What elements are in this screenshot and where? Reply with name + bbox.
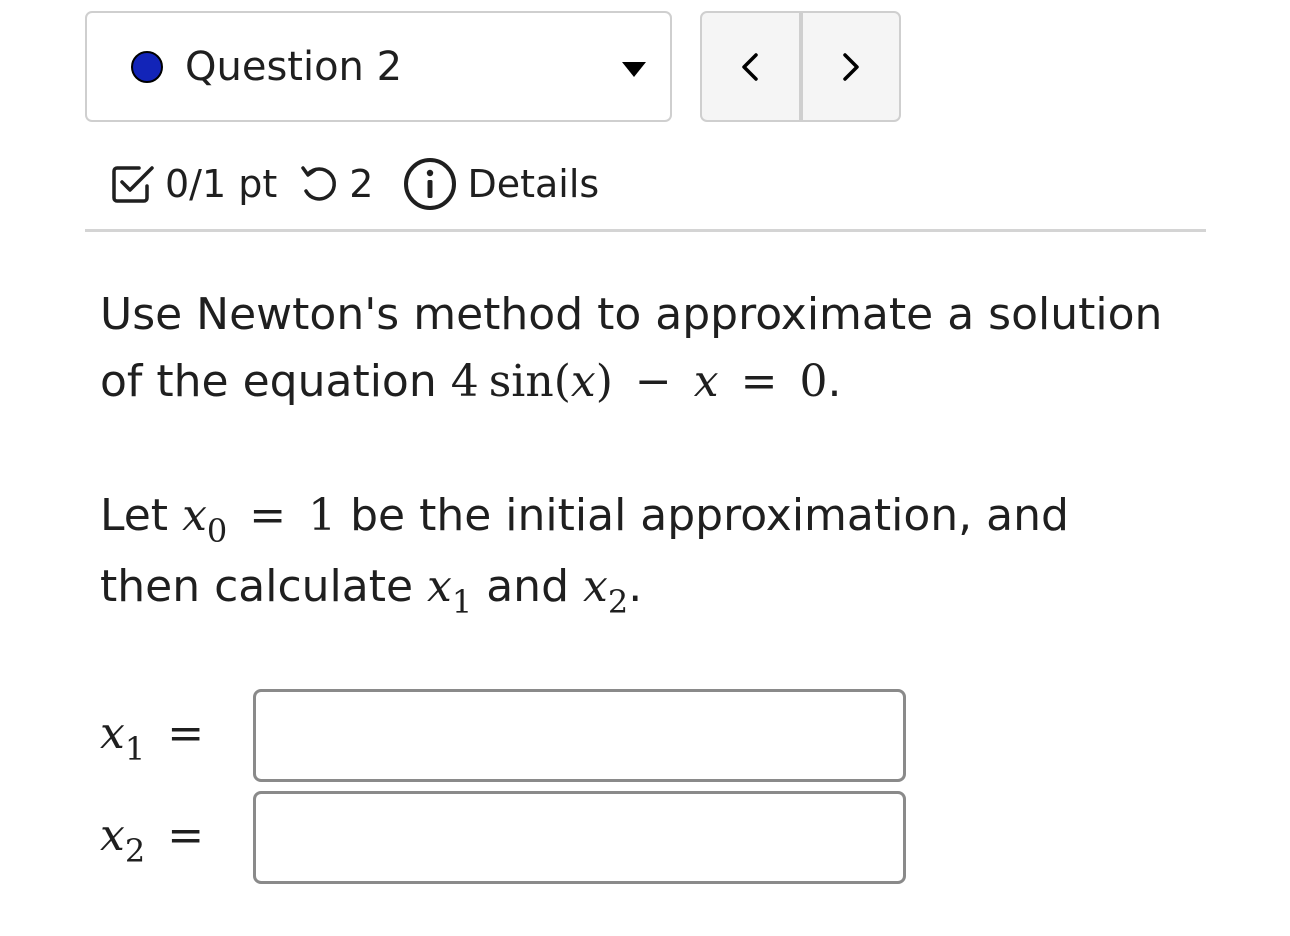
instruction-line-1: Let x0 = 1 be the initial approximation, a…: [100, 490, 1069, 550]
details-label: Details: [467, 162, 600, 206]
question-nav: [700, 11, 901, 122]
question-meta: 0/1 pt 2 Details: [111, 152, 599, 216]
instruction-line-2: then calculate x1 and x2.: [100, 561, 643, 621]
divider: [85, 229, 1206, 232]
x1-answer-input[interactable]: [253, 689, 906, 782]
status-dot: [131, 51, 163, 83]
question-selector-label: Question 2: [185, 44, 403, 90]
checkbox-score-icon: [112, 166, 154, 203]
x2-answer-input[interactable]: [253, 791, 906, 884]
details-link[interactable]: Details: [403, 157, 599, 211]
score-text: 0/1 pt: [165, 162, 278, 206]
equation: 4 sin(x) − x = 0: [450, 356, 828, 407]
question-line-2: of the equation 4 sin(x) − x = 0.: [100, 356, 842, 407]
info-icon: [404, 158, 457, 210]
attempts-remaining: 2: [349, 162, 374, 206]
previous-question-button[interactable]: [702, 13, 799, 120]
chevron-left-icon: [742, 52, 758, 81]
retry-icon: [301, 166, 337, 201]
question-selector[interactable]: Question 2: [85, 11, 672, 122]
question-text: Use Newton's method to approximate a sol…: [100, 281, 1230, 415]
question-line-1: Use Newton's method to approximate a sol…: [100, 289, 1163, 340]
chevron-down-icon: [622, 62, 646, 77]
answer-label-x2: x2 =: [100, 810, 205, 870]
next-question-button[interactable]: [798, 13, 900, 120]
chevron-right-icon: [843, 52, 859, 81]
answer-label-x1: x1 =: [100, 708, 205, 768]
instruction-text: Let x0 = 1 be the initial approximation, a…: [100, 482, 1230, 624]
